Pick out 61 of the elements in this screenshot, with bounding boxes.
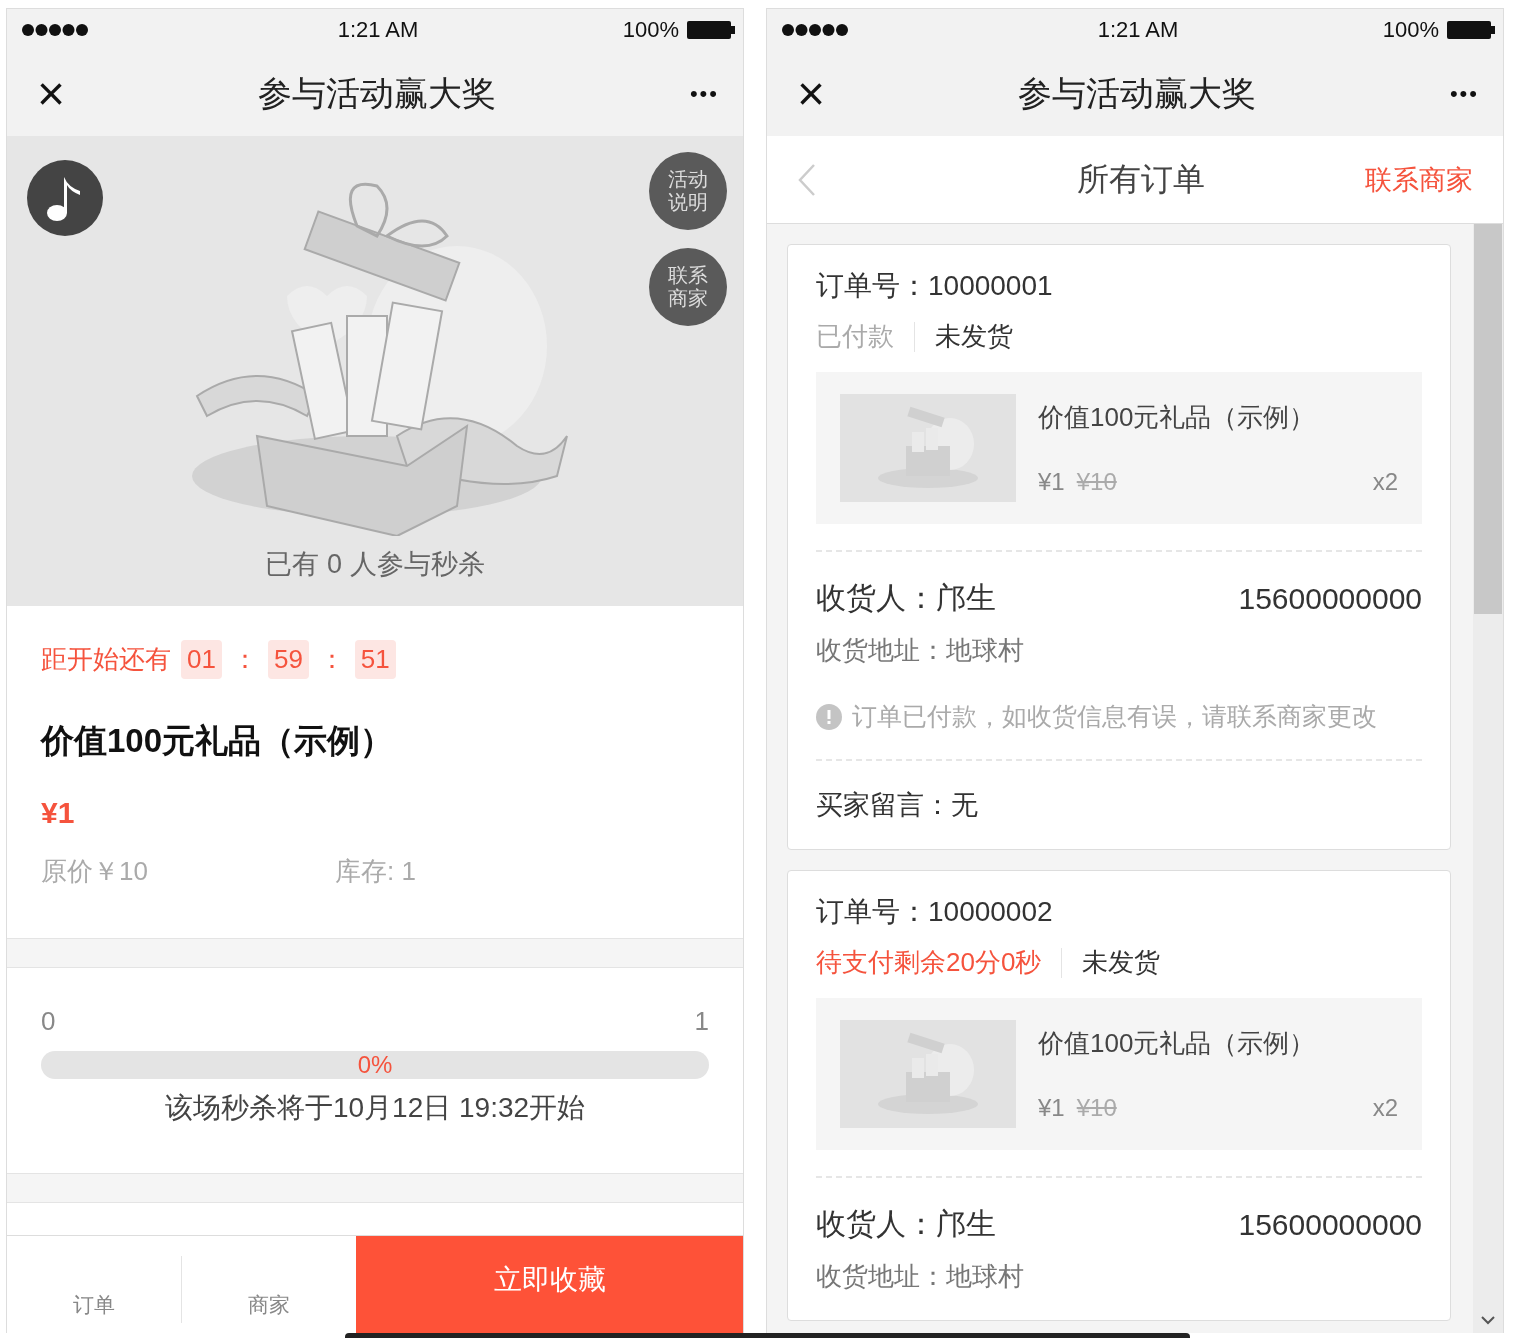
item-price: ¥1	[1038, 468, 1065, 496]
payment-status: 待支付剩余20分0秒	[816, 946, 1042, 979]
receiver-address: 收货地址：地球村	[816, 1260, 1025, 1293]
range-max: 1	[694, 1006, 709, 1037]
receiver-address: 收货地址：地球村	[816, 634, 1025, 667]
countdown-label: 距开始还有	[41, 643, 171, 676]
countdown-separator: ：	[318, 643, 345, 676]
round-button[interactable]: 活动说明	[649, 152, 727, 230]
page-title: 参与活动赢大奖	[1018, 72, 1257, 114]
countdown-digits: 01	[181, 640, 222, 679]
old-price: ¥10	[1076, 1094, 1117, 1122]
status-time: 1:21 AM	[1097, 17, 1179, 43]
notice-text: 订单已付款，如收货信息有误，请联系商家更改	[852, 701, 1377, 732]
contact-merchant-link[interactable]: 联系商家	[1365, 161, 1473, 198]
receiver-phone: 15600000000	[1238, 581, 1422, 616]
status-time: 1:21 AM	[337, 17, 419, 43]
order-number: 订单号：10000001	[816, 269, 1054, 303]
progress-percent: 0%	[357, 1051, 393, 1079]
sale-price: ¥1	[41, 796, 76, 830]
countdown-digits: 51	[354, 640, 396, 679]
round-button[interactable]: 联系商家	[649, 248, 727, 326]
start-time-note: 该场秒杀将于10月12日 19:32开始	[163, 1091, 587, 1125]
back-icon[interactable]	[797, 162, 817, 197]
stock-text: 库存: 1	[335, 855, 416, 888]
close-button[interactable]: ×	[37, 69, 66, 118]
receiver-phone: 15600000000	[1238, 1207, 1422, 1242]
countdown-separator: ：	[231, 643, 258, 676]
receiver-name: 收货人：邝生	[816, 580, 996, 616]
scroll-bar[interactable]	[1473, 224, 1503, 1333]
chevron-down-icon[interactable]	[1480, 1315, 1496, 1325]
buyer-message: 买家留言：无	[816, 789, 979, 822]
original-price: 原价￥10	[41, 855, 149, 888]
item-quantity: x2	[1372, 1094, 1398, 1122]
old-price: ¥10	[1076, 468, 1117, 496]
battery-level: 100%	[622, 17, 679, 43]
shipping-status: 未发货	[1082, 946, 1161, 979]
signal-icon	[781, 23, 849, 37]
battery-icon	[687, 21, 735, 39]
orders-title: 所有订单	[1077, 159, 1205, 199]
more-button[interactable]: •••	[1449, 82, 1479, 105]
close-button[interactable]: ×	[797, 69, 826, 118]
collect-button[interactable]: 立即收藏	[356, 1236, 743, 1333]
horizontal-scroll-bar[interactable]	[345, 1333, 1190, 1338]
order-number: 订单号：10000002	[816, 895, 1054, 929]
item-name: 价值100元礼品（示例）	[1038, 401, 1317, 434]
signal-icon	[21, 23, 89, 37]
info-icon	[816, 703, 842, 730]
countdown-digits: 59	[267, 640, 309, 679]
item-price: ¥1	[1038, 1094, 1065, 1122]
payment-status: 已付款	[816, 320, 894, 353]
battery-icon	[1447, 21, 1495, 39]
shipping-status: 未发货	[935, 320, 1013, 353]
more-button[interactable]: •••	[689, 82, 719, 105]
page-title: 参与活动赢大奖	[258, 72, 497, 114]
battery-level: 100%	[1382, 17, 1439, 43]
item-name: 价值100元礼品（示例）	[1038, 1027, 1317, 1060]
item-quantity: x2	[1372, 468, 1398, 496]
participants-text: 已有 0 人参与秒杀	[265, 548, 485, 581]
receiver-name: 收货人：邝生	[816, 1206, 996, 1242]
product-name: 价值100元礼品（示例）	[41, 721, 395, 761]
range-min: 0	[41, 1006, 56, 1037]
